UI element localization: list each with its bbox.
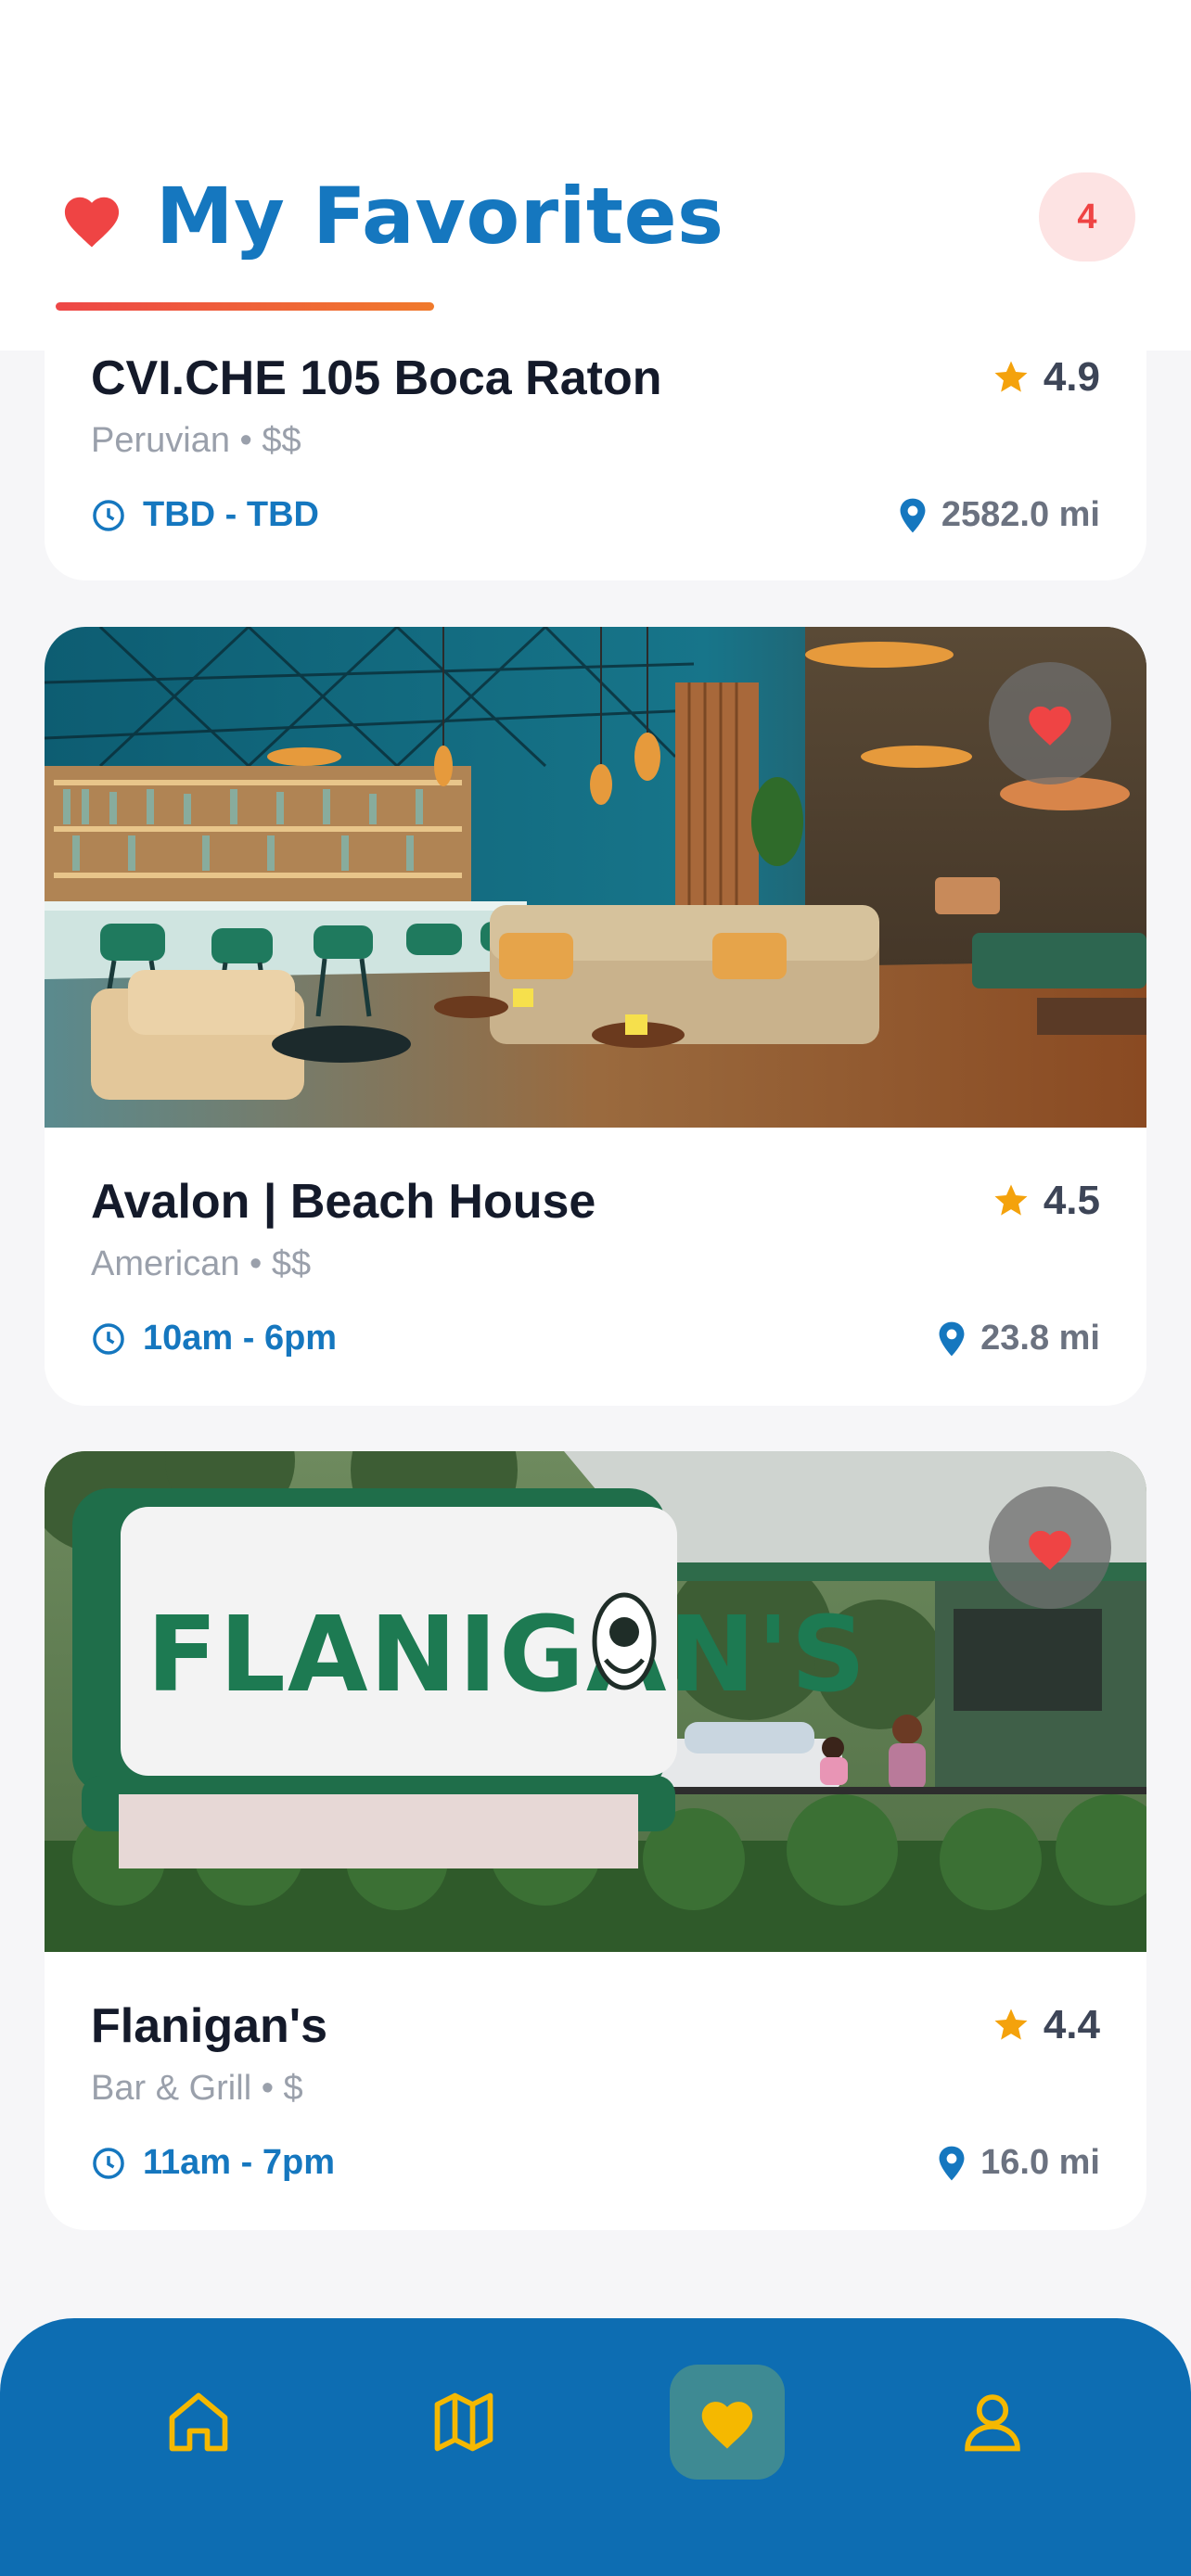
sign-text: FLANIGAN'S [147, 1595, 867, 1715]
title-underline [56, 302, 434, 311]
rating: 4.9 [992, 354, 1100, 401]
favorites-count-badge: 4 [1039, 172, 1135, 261]
restaurant-card[interactable]: FLANIGAN'S Flanigan's 4.4 Bar & Grill • … [45, 1451, 1146, 2230]
hours-text: 10am - 6pm [143, 1319, 338, 1358]
page-header: My Favorites 4 [0, 0, 1191, 351]
rating-value: 4.4 [1043, 2002, 1100, 2047]
star-icon [994, 1184, 1028, 1216]
restaurant-name: CVI.CHE 105 Boca Raton [91, 351, 662, 405]
rating: 4.4 [992, 2002, 1100, 2048]
cuisine-price: Peruvian • $$ [91, 421, 301, 460]
heart-icon [64, 197, 120, 248]
cuisine-price: American • $$ [91, 1244, 312, 1283]
distance-text: 16.0 mi [980, 2143, 1100, 2182]
map-icon [434, 2392, 493, 2452]
restaurant-name: Flanigan's [91, 1999, 328, 2053]
clock-icon [93, 2147, 124, 2179]
distance: 16.0 mi [936, 2143, 1100, 2183]
hours: 10am - 6pm [91, 1319, 337, 1358]
restaurant-photo [45, 627, 1146, 1128]
heart-icon [701, 2402, 753, 2449]
clock-icon [93, 1322, 124, 1355]
nav-favorites[interactable] [670, 2365, 785, 2480]
restaurant-card[interactable]: Avalon | Beach House 4.5 American • $$ 1… [45, 627, 1146, 1406]
home-icon [169, 2392, 228, 2452]
map-pin-icon [939, 2146, 965, 2180]
hours: TBD - TBD [91, 495, 319, 535]
nav-profile[interactable] [935, 2365, 1050, 2480]
nav-home[interactable] [141, 2365, 256, 2480]
cuisine-price: Bar & Grill • $ [91, 2069, 303, 2108]
rating-value: 4.5 [1043, 1178, 1100, 1223]
clock-icon [93, 499, 124, 531]
hours-text: TBD - TBD [143, 495, 319, 534]
hours-text: 11am - 7pm [143, 2143, 335, 2182]
distance: 23.8 mi [936, 1319, 1100, 1358]
heart-icon [1029, 706, 1071, 746]
heart-icon [1029, 1530, 1071, 1570]
map-pin-icon [939, 1321, 965, 1356]
user-icon [965, 2394, 1020, 2452]
favorite-button[interactable] [989, 662, 1111, 784]
star-icon [994, 361, 1028, 392]
rating-value: 4.9 [1043, 354, 1100, 400]
bottom-nav [0, 2318, 1191, 2576]
restaurant-name: Avalon | Beach House [91, 1175, 596, 1229]
distance-text: 2582.0 mi [941, 495, 1100, 534]
rating: 4.5 [992, 1178, 1100, 1224]
map-pin-icon [900, 498, 926, 532]
distance: 2582.0 mi [897, 495, 1100, 535]
nav-map[interactable] [406, 2365, 521, 2480]
hours: 11am - 7pm [91, 2143, 335, 2183]
restaurant-photo: FLANIGAN'S [45, 1451, 1146, 1952]
page-title: My Favorites [156, 171, 724, 261]
star-icon [994, 2009, 1028, 2040]
distance-text: 23.8 mi [980, 1319, 1100, 1358]
favorite-button[interactable] [989, 1486, 1111, 1609]
